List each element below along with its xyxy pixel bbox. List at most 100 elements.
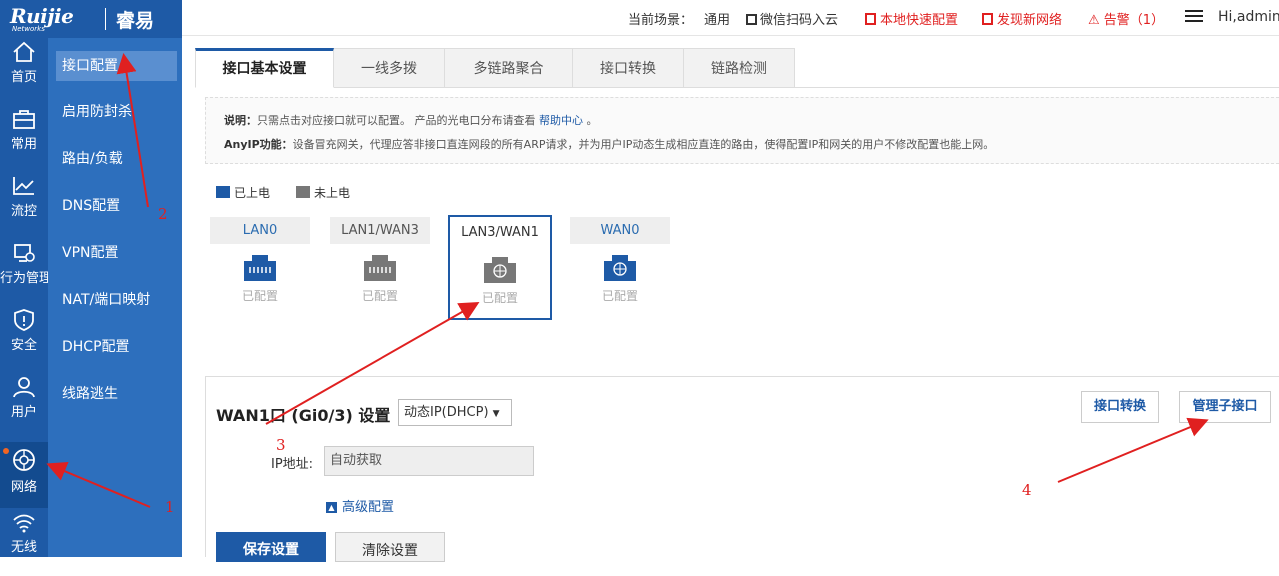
- quick-config-link[interactable]: 本地快速配置: [865, 9, 958, 28]
- expand-icon: ▲: [326, 502, 337, 513]
- tab-bar: 接口基本设置 一线多拨 多链路聚合 接口转换 链路检测: [195, 48, 1279, 88]
- logo-cn: 睿易: [116, 10, 155, 32]
- tab-link-detect[interactable]: 链路检测: [684, 48, 795, 88]
- subnav-item-anti-block[interactable]: 启用防封杀: [56, 97, 177, 127]
- save-button[interactable]: 保存设置: [216, 532, 326, 562]
- subnav-item-vpn[interactable]: VPN配置: [56, 238, 177, 268]
- wan-title: WAN1口 (Gi0/3) 设置: [216, 406, 391, 425]
- tab-link-aggregation[interactable]: 多链路聚合: [445, 48, 573, 88]
- anyip-text: 设备冒充网关，代理应答非接口直连网段的所有ARP请求，并为用户IP动态生成相应直…: [292, 138, 995, 151]
- wifi-icon: [13, 514, 35, 533]
- nav-label: 网络: [10, 480, 37, 495]
- annotation-label-3: 3: [276, 436, 286, 454]
- legend-powered: 已上电: [216, 184, 270, 201]
- anyip-label: AnyIP功能：: [224, 138, 293, 151]
- nav-label: 流控: [10, 204, 37, 219]
- advanced-config-toggle[interactable]: ▲ 高级配置: [326, 496, 394, 515]
- user-greeting[interactable]: Hi,admin: [1218, 9, 1279, 25]
- port-blue-icon: [216, 186, 230, 198]
- discover-label: 发现新网络: [997, 13, 1063, 28]
- config-icon: [865, 13, 876, 25]
- qrcode-icon: [746, 14, 757, 25]
- quick-config-label: 本地快速配置: [880, 13, 959, 28]
- scene-label: 当前场景：: [628, 13, 694, 28]
- help-center-link[interactable]: 帮助中心: [539, 114, 583, 127]
- top-bar: 当前场景： 通用 微信扫码入云 本地快速配置 发现新网络 ⚠ 告警（1） Hi,…: [182, 0, 1279, 36]
- port-name: WAN0: [570, 217, 670, 244]
- port-name: LAN3/WAN1: [450, 219, 550, 246]
- wechat-label: 微信扫码入云: [760, 13, 839, 28]
- wan-port-globe-icon: [604, 255, 636, 281]
- legend-unpowered-label: 未上电: [314, 186, 351, 200]
- nav-label: 行为管理: [0, 271, 53, 286]
- ip-address-field[interactable]: 自动获取: [324, 446, 534, 476]
- advanced-config-label: 高级配置: [342, 500, 395, 515]
- nav-label: 常用: [10, 137, 37, 152]
- connection-mode-value: 动态IP(DHCP): [404, 405, 489, 420]
- ethernet-port-icon: [244, 255, 276, 281]
- discover-network-link[interactable]: 发现新网络: [982, 9, 1062, 28]
- wan-port-globe-icon: [484, 257, 516, 283]
- home-icon: [13, 41, 35, 62]
- monitor-eye-icon: [14, 244, 35, 262]
- nav-common[interactable]: 常用: [0, 107, 48, 173]
- subnav-item-escape[interactable]: 线路逃生: [56, 379, 177, 409]
- user-icon: [13, 377, 35, 398]
- ip-label: IP地址:: [271, 457, 314, 472]
- logo-sub: Networks: [12, 25, 45, 33]
- nav-label: 首页: [10, 70, 37, 85]
- nav-home[interactable]: 首页: [0, 40, 48, 106]
- port-name: LAN0: [210, 217, 310, 244]
- warning-icon: ⚠: [1088, 13, 1100, 28]
- menu-icon[interactable]: [1184, 7, 1204, 29]
- port-lan0[interactable]: LAN0 已配置: [210, 217, 310, 307]
- alarm-label: 告警（1）: [1103, 13, 1165, 28]
- tab-multi-dial[interactable]: 一线多拨: [334, 48, 445, 88]
- nav-label: 无线: [10, 540, 37, 555]
- nav-label: 安全: [10, 338, 37, 353]
- briefcase-icon: [13, 110, 35, 129]
- port-lan3-wan1[interactable]: LAN3/WAN1 已配置: [448, 215, 552, 320]
- nav-user[interactable]: 用户: [0, 375, 48, 441]
- scene-value[interactable]: 通用: [704, 9, 730, 28]
- annotation-label-1: 1: [165, 498, 175, 516]
- alarm-link[interactable]: ⚠ 告警（1）: [1088, 9, 1164, 28]
- note-text: 只需点击对应接口就可以配置。 产品的光电口分布请查看: [257, 114, 539, 127]
- logo-divider: [105, 8, 106, 30]
- nav-security[interactable]: 安全: [0, 308, 48, 374]
- note-line-1: 说明：只需点击对应接口就可以配置。 产品的光电口分布请查看 帮助中心 。: [224, 112, 598, 128]
- tab-interface-convert[interactable]: 接口转换: [573, 48, 684, 88]
- wechat-cloud-link[interactable]: 微信扫码入云: [746, 9, 838, 28]
- clear-button[interactable]: 清除设置: [335, 532, 445, 562]
- subnav-item-routing[interactable]: 路由/负载: [56, 144, 177, 174]
- connection-mode-select[interactable]: 动态IP(DHCP) ▼: [398, 399, 512, 426]
- nav-flow[interactable]: 流控: [0, 174, 48, 240]
- dropdown-arrow-icon: ▼: [492, 409, 500, 419]
- legend-unpowered: 未上电: [296, 184, 350, 201]
- manage-subinterface-button[interactable]: 管理子接口: [1179, 391, 1271, 423]
- chart-line-icon: [13, 177, 34, 195]
- nav-wireless[interactable]: 无线: [0, 510, 48, 576]
- subnav-item-interface[interactable]: 接口配置: [56, 51, 177, 81]
- tab-basic[interactable]: 接口基本设置: [195, 48, 334, 88]
- port-wan0[interactable]: WAN0 已配置: [570, 217, 670, 307]
- subnav-item-dhcp[interactable]: DHCP配置: [56, 332, 177, 362]
- notification-dot: [3, 448, 9, 454]
- network-icon: [982, 13, 993, 25]
- interface-convert-button[interactable]: 接口转换: [1081, 391, 1159, 423]
- note-label: 说明：: [224, 114, 257, 127]
- port-status: 已配置: [481, 291, 518, 305]
- sub-nav: 接口配置 启用防封杀 路由/负载 DNS配置 VPN配置 NAT/端口映射 DH…: [48, 38, 182, 557]
- nav-behavior[interactable]: 行为管理: [0, 241, 53, 307]
- ethernet-port-icon: [364, 255, 396, 281]
- shield-icon: [14, 309, 34, 331]
- info-note: 说明：只需点击对应接口就可以配置。 产品的光电口分布请查看 帮助中心 。 Any…: [205, 97, 1279, 164]
- port-lan1-wan3[interactable]: LAN1/WAN3 已配置: [330, 217, 430, 307]
- nav-network[interactable]: 网络: [0, 442, 48, 508]
- subnav-item-nat[interactable]: NAT/端口映射: [56, 285, 177, 315]
- logo: Ruijie Networks 睿易: [0, 0, 182, 38]
- globe-icon: [13, 449, 35, 471]
- note-line-2: AnyIP功能：设备冒充网关，代理应答非接口直连网段的所有ARP请求，并为用户I…: [224, 136, 994, 152]
- annotation-label-2: 2: [158, 205, 168, 223]
- legend-powered-label: 已上电: [234, 186, 271, 200]
